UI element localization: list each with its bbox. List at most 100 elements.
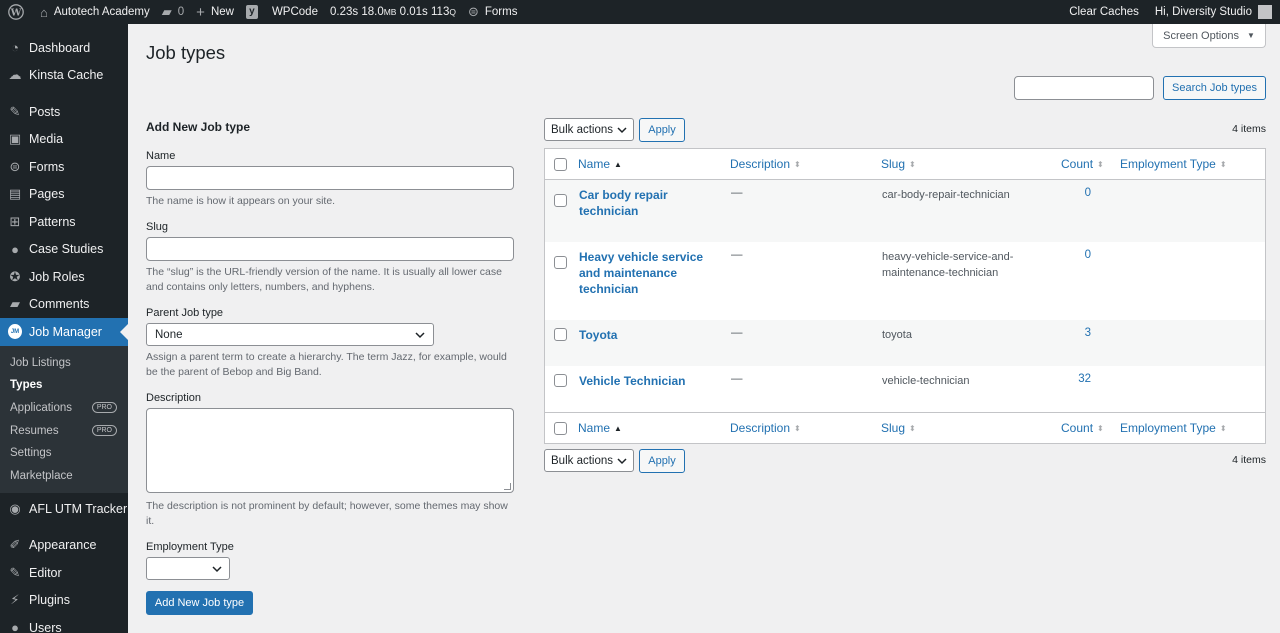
perf-mem-unit: MB — [383, 7, 397, 17]
sidebar-item-forms[interactable]: ⊜ Forms — [0, 153, 128, 181]
resize-handle-icon[interactable] — [504, 483, 511, 490]
admin-sidebar: ◔ Dashboard ☁ Kinsta Cache ✎ Posts ▣ Media ⊜… — [0, 24, 128, 633]
column-slug-header[interactable]: Slug ⬍ — [881, 421, 916, 435]
search-job-types-button[interactable]: Search Job types — [1163, 76, 1266, 100]
name-label: Name — [146, 150, 176, 162]
parent-select[interactable]: None — [146, 323, 434, 346]
term-name-link[interactable]: Vehicle Technician — [579, 373, 719, 389]
row-checkbox[interactable] — [554, 374, 567, 387]
bulk-actions-select[interactable]: Bulk actions — [544, 449, 634, 472]
term-slug-line: vehicle-technician — [882, 375, 970, 387]
sidebar-item-label: Users — [29, 620, 62, 633]
main-content: Job types Screen Options ▼ Search Job ty… — [128, 24, 1280, 633]
description-textarea[interactable] — [146, 408, 514, 493]
apply-button[interactable]: Apply — [639, 118, 685, 142]
term-name-link[interactable]: Toyota — [579, 327, 719, 343]
clear-caches-button[interactable]: Clear Caches — [1063, 0, 1149, 24]
term-count-link[interactable]: 3 — [1077, 327, 1091, 339]
column-description-header[interactable]: Description ⬍ — [730, 421, 801, 435]
sidebar-item-plugins[interactable]: ⚡ Plugins — [0, 587, 128, 615]
column-slug-header[interactable]: Slug ⬍ — [881, 157, 916, 171]
employment-type-select[interactable] — [146, 557, 230, 580]
sidebar-item-users[interactable]: ● Users — [0, 614, 128, 633]
description-help: The description is not prominent by defa… — [146, 500, 508, 527]
forms-menu[interactable]: ⊜ Forms — [462, 0, 524, 24]
account-greeting: Hi, Diversity Studio — [1154, 6, 1252, 18]
screen-options-label: Screen Options — [1163, 29, 1239, 42]
admin-bar: W ⌂ Autotech Academy ▰ 0 + New y WPCode … — [0, 0, 1280, 24]
column-label: Employment Type — [1120, 421, 1216, 435]
slug-label: Slug — [146, 221, 169, 233]
yoast-menu[interactable]: y — [240, 0, 264, 24]
table-row: Toyota — toyota 3 — [545, 320, 1265, 366]
term-count-link[interactable]: 32 — [1077, 373, 1091, 385]
sidebar-item-patterns[interactable]: ⊞ Patterns — [0, 208, 128, 236]
submenu-item-marketplace[interactable]: Marketplace — [0, 464, 128, 487]
column-label: Count — [1061, 157, 1094, 171]
name-help: The name is how it appears on your site. — [146, 195, 336, 207]
sidebar-item-job-roles[interactable]: ✪ Job Roles — [0, 263, 128, 291]
comment-icon: ▰ — [161, 4, 172, 19]
sidebar-item-editor[interactable]: ✎ Editor — [0, 559, 128, 587]
apply-button[interactable]: Apply — [639, 449, 685, 473]
wordpress-logo-menu[interactable]: W — [0, 0, 34, 24]
term-count-link[interactable]: 0 — [1077, 187, 1091, 199]
new-content-menu[interactable]: + New — [190, 0, 240, 24]
screen-options-button[interactable]: Screen Options ▼ — [1152, 24, 1266, 48]
tracker-icon: ◉ — [9, 500, 21, 516]
select-all-checkbox[interactable] — [554, 157, 567, 171]
select-all-checkbox[interactable] — [554, 421, 567, 435]
bulk-actions-label: Bulk actions — [551, 123, 614, 136]
submenu-item-applications[interactable]: Applications PRO — [0, 397, 128, 420]
term-slug-line: heavy-vehicle-service-and- — [882, 251, 1014, 263]
row-checkbox[interactable] — [554, 194, 567, 207]
column-count-header[interactable]: Count ⬍ — [1061, 421, 1104, 435]
sidebar-item-case-studies[interactable]: ● Case Studies — [0, 236, 128, 264]
slug-input[interactable] — [146, 237, 514, 261]
bulk-actions-select[interactable]: Bulk actions — [544, 118, 634, 141]
wpcode-menu[interactable]: WPCode — [264, 0, 324, 24]
sidebar-item-posts[interactable]: ✎ Posts — [0, 98, 128, 126]
column-employment-type-header[interactable]: Employment Type ⬍ — [1120, 421, 1227, 435]
sidebar-item-label: Editor — [29, 565, 62, 580]
table-row: Vehicle Technician — vehicle-technician … — [545, 366, 1265, 412]
column-employment-type-header[interactable]: Employment Type ⬍ — [1120, 157, 1227, 171]
pages-icon: ▤ — [8, 186, 22, 202]
sidebar-item-job-manager[interactable]: JM Job Manager — [0, 318, 128, 346]
submenu-item-label: Job Listings — [10, 356, 71, 369]
term-name-link[interactable]: Car body repair technician — [579, 187, 719, 219]
sidebar-item-media[interactable]: ▣ Media — [0, 126, 128, 154]
term-name-line: Car body repair — [579, 188, 668, 202]
sidebar-item-comments[interactable]: ▰ Comments — [0, 291, 128, 319]
column-description-header[interactable]: Description ⬍ — [730, 157, 801, 171]
my-account-menu[interactable]: Hi, Diversity Studio — [1149, 0, 1280, 24]
add-new-job-type-button[interactable]: Add New Job type — [146, 591, 253, 615]
row-checkbox[interactable] — [554, 256, 567, 269]
sidebar-item-appearance[interactable]: ✐ Appearance — [0, 532, 128, 560]
comments-menu[interactable]: ▰ 0 — [156, 0, 190, 24]
term-name-line: Vehicle Technician — [579, 374, 686, 388]
submenu-item-job-listings[interactable]: Job Listings — [0, 352, 128, 375]
row-checkbox[interactable] — [554, 328, 567, 341]
sidebar-item-kinsta-cache[interactable]: ☁ Kinsta Cache — [0, 62, 128, 90]
submenu-item-settings[interactable]: Settings — [0, 442, 128, 465]
media-icon: ▣ — [8, 131, 22, 147]
sidebar-item-afl-utm-tracker[interactable]: ◉ AFL UTM Tracker — [0, 495, 128, 523]
sidebar-item-pages[interactable]: ▤ Pages — [0, 181, 128, 209]
search-input[interactable] — [1014, 76, 1154, 100]
sidebar-item-dashboard[interactable]: ◔ Dashboard — [0, 34, 128, 62]
query-monitor-menu[interactable]: 0.23s 18.0 MB 0.01s 113 Q — [324, 0, 462, 24]
term-slug-line: toyota — [882, 329, 912, 341]
accessibility-icon: ✪ — [9, 268, 21, 284]
column-name-header[interactable]: Name ▲ — [578, 157, 622, 171]
column-label: Count — [1061, 421, 1094, 435]
submenu-item-resumes[interactable]: Resumes PRO — [0, 419, 128, 442]
submenu-item-types[interactable]: Types — [0, 374, 128, 397]
name-input[interactable] — [146, 166, 514, 190]
site-name-menu[interactable]: ⌂ Autotech Academy — [34, 0, 156, 24]
column-name-header[interactable]: Name ▲ — [578, 421, 622, 435]
person-icon: ● — [11, 241, 19, 257]
term-count-link[interactable]: 0 — [1077, 249, 1091, 261]
column-count-header[interactable]: Count ⬍ — [1061, 157, 1104, 171]
term-name-link[interactable]: Heavy vehicle service and maintenance tech… — [579, 249, 719, 297]
